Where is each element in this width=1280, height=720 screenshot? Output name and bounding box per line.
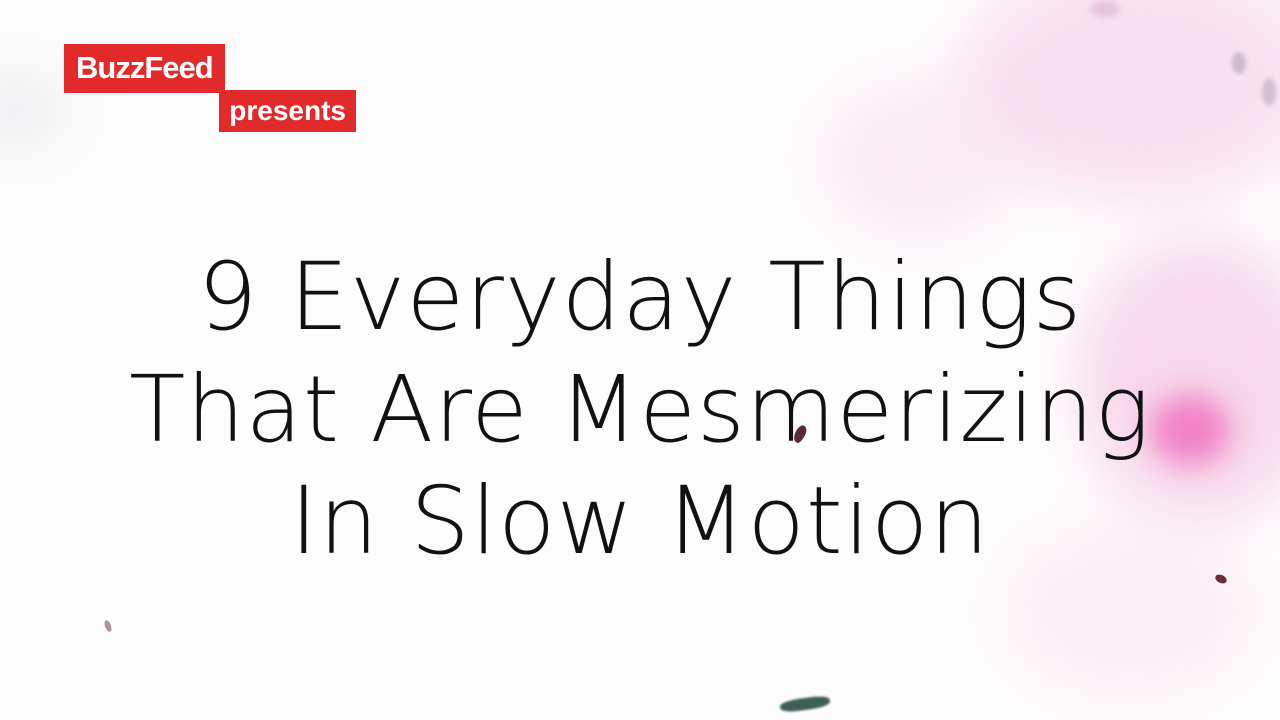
video-title: 9 Everyday Things That Are Mesmerizing I… — [0, 242, 1280, 578]
grey-splash-left — [0, 70, 70, 150]
logo-tagline: presents — [219, 93, 356, 132]
video-frame: BuzzFeed presents 9 Everyday Things That… — [0, 0, 1280, 720]
particle — [779, 694, 831, 714]
buzzfeed-logo: BuzzFeed presents — [64, 44, 356, 132]
particle — [1232, 52, 1246, 74]
particle — [103, 619, 113, 633]
title-line-1: 9 Everyday Things — [197, 243, 1083, 352]
logo-brand: BuzzFeed — [64, 44, 225, 92]
particle — [1262, 78, 1276, 106]
title-line-3: In Slow Motion — [290, 467, 990, 576]
pink-splash-top-right — [960, 0, 1280, 200]
particle — [1090, 0, 1120, 18]
title-line-2: That Are Mesmerizing — [129, 356, 1151, 463]
pink-splash-top — [820, 80, 1020, 240]
